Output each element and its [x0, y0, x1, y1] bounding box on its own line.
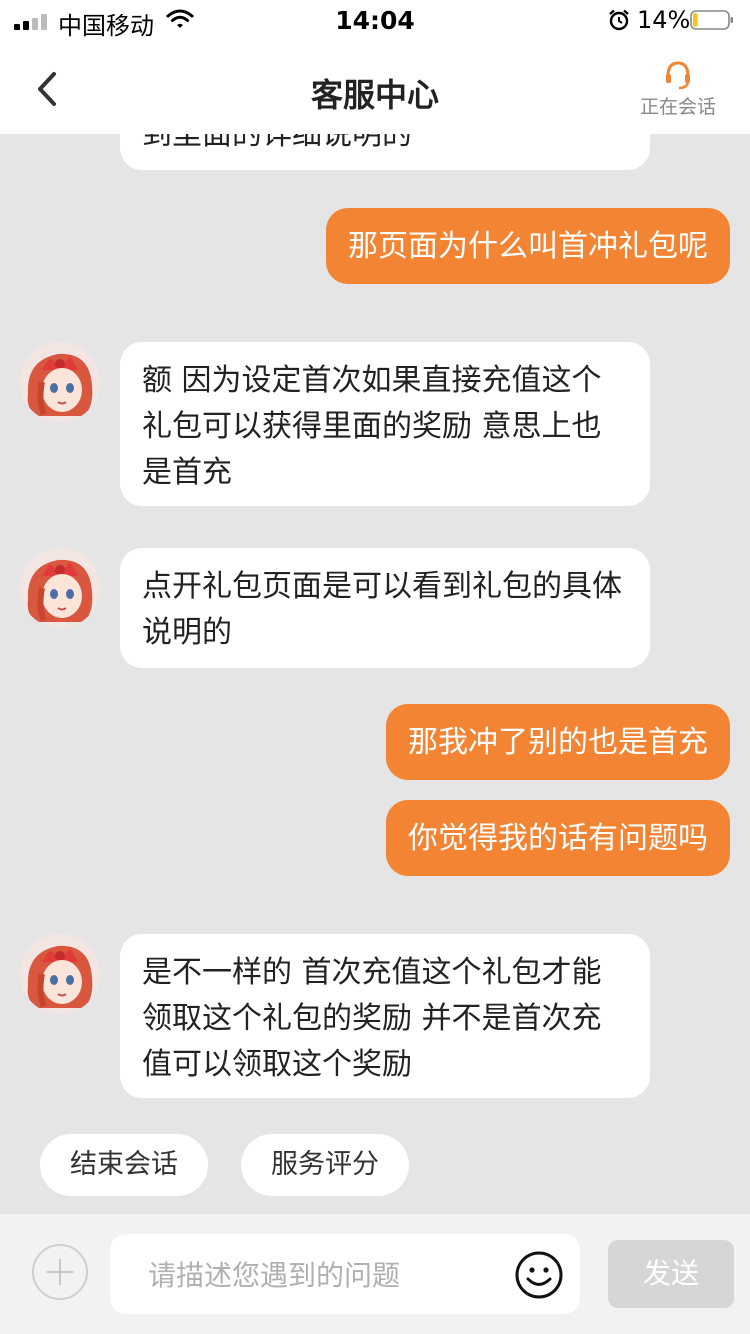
agent-message-text: 是不一样的 首次充值这个礼包才能领取这个礼包的奖励 并不是首次充值可以领取这个奖… — [142, 955, 602, 1082]
message-field[interactable] — [110, 1234, 580, 1316]
user-message-bubble: 那我冲了别的也是首充 — [386, 704, 730, 780]
agent-message-bubble: 额 因为设定首次如果直接充值这个礼包可以获得里面的奖励 意思上也是首充 — [120, 342, 650, 506]
agent-message-text: 额 因为设定首次如果直接充值这个礼包可以获得里面的奖励 意思上也是首充 — [142, 363, 602, 490]
alarm-icon — [609, 9, 629, 31]
agent-avatar[interactable] — [20, 934, 100, 1014]
chat-area[interactable]: 到里面的详细说明的 那页面为什么叫首冲礼包呢 额 因为设定首次如果直接充值这个礼… — [0, 0, 750, 1214]
user-message-text: 那页面为什么叫首冲礼包呢 — [348, 229, 708, 264]
send-button[interactable]: 发送 — [608, 1240, 734, 1308]
message-input[interactable] — [146, 1234, 510, 1316]
agent-avatar-image — [20, 342, 100, 422]
agent-status-label: 正在会话 — [639, 96, 716, 118]
smiley-icon[interactable] — [514, 1250, 564, 1300]
agent-message-bubble: 点开礼包页面是可以看到礼包的具体说明的 — [120, 548, 650, 668]
battery-percent: 14% — [637, 6, 691, 34]
plus-circle-icon[interactable] — [32, 1244, 88, 1300]
agent-avatar[interactable] — [20, 548, 100, 628]
headset-icon — [666, 61, 690, 90]
rate-service-button[interactable]: 服务评分 — [241, 1134, 409, 1196]
user-message-text: 那我冲了别的也是首充 — [408, 725, 708, 760]
agent-avatar[interactable] — [20, 342, 100, 422]
end-session-button[interactable]: 结束会话 — [40, 1134, 208, 1196]
status-bar: 中国移动 14:04 14% — [0, 0, 750, 44]
battery-icon — [690, 10, 733, 30]
agent-avatar-image — [20, 934, 100, 1014]
nav-bar: 客服中心 正在会话 — [0, 44, 750, 134]
user-message-bubble: 你觉得我的话有问题吗 — [386, 800, 730, 876]
agent-status-button[interactable]: 正在会话 — [628, 58, 728, 128]
agent-message-bubble: 是不一样的 首次充值这个礼包才能领取这个礼包的奖励 并不是首次充值可以领取这个奖… — [120, 934, 650, 1098]
user-message-text: 你觉得我的话有问题吗 — [408, 821, 708, 856]
agent-avatar-image — [20, 548, 100, 628]
user-message-bubble: 那页面为什么叫首冲礼包呢 — [326, 208, 730, 284]
input-bar: 发送 — [0, 1214, 750, 1334]
agent-message-text: 点开礼包页面是可以看到礼包的具体说明的 — [142, 569, 622, 650]
